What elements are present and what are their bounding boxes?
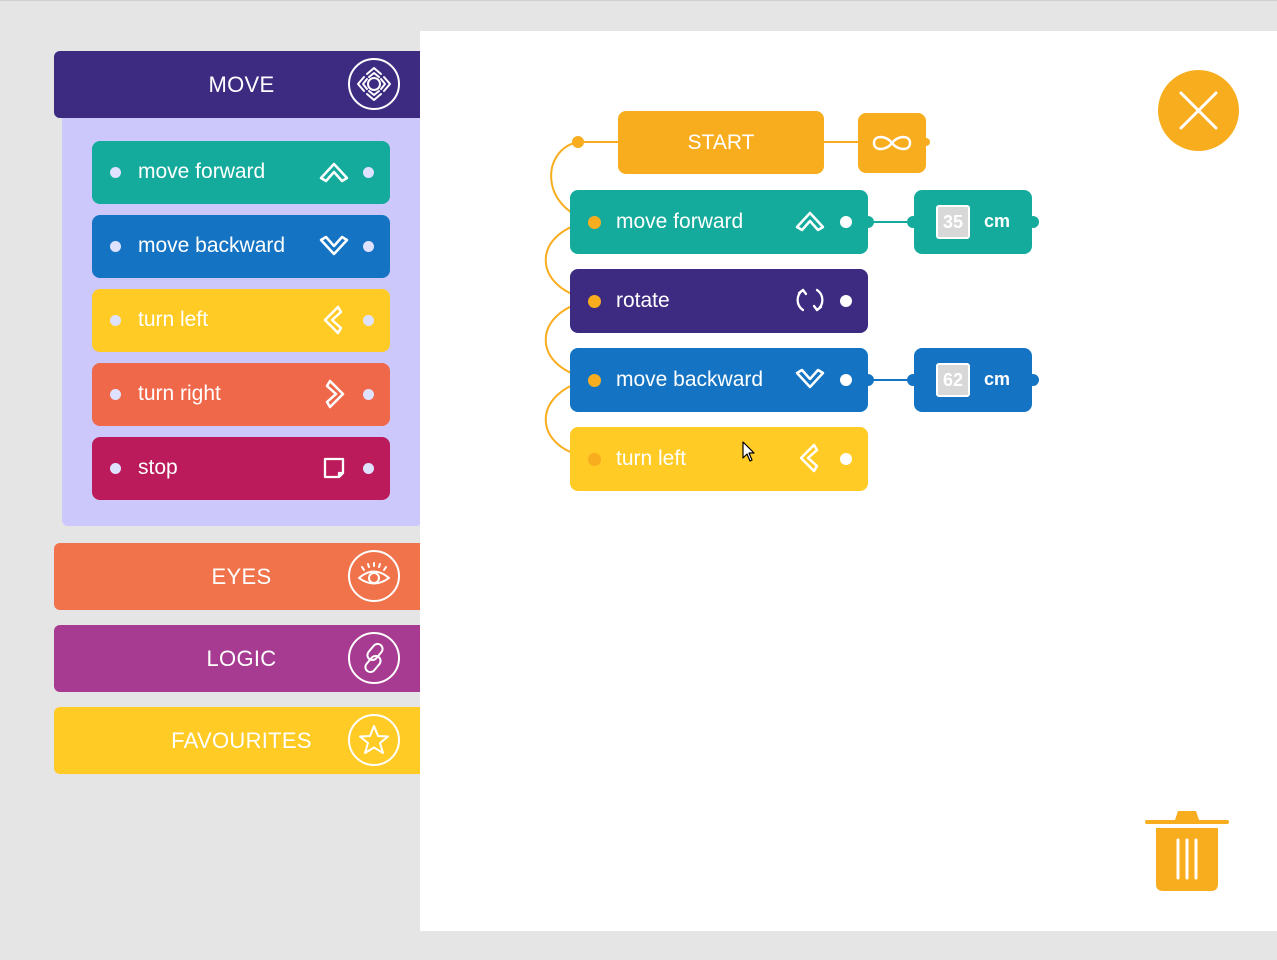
mouse-pointer-icon [742, 441, 755, 462]
block-input-dot [110, 241, 121, 252]
category-eyes[interactable]: EYES [54, 543, 429, 610]
block-output-dot [363, 389, 374, 400]
distance-value-input[interactable]: 35 [936, 205, 970, 239]
category-logic[interactable]: LOGIC [54, 625, 429, 692]
block-input-dot [110, 315, 121, 326]
block-input-dot [588, 453, 601, 466]
program-block-rotate[interactable]: rotate [570, 269, 868, 333]
block-output-dot [363, 241, 374, 252]
start-block[interactable]: START [618, 111, 824, 174]
distance-unit: cm [984, 369, 1011, 389]
window-top-border [0, 0, 1277, 1]
block-output-dot [363, 167, 374, 178]
chevron-down-icon [318, 230, 350, 262]
block-input-dot [110, 463, 121, 474]
star-icon [347, 713, 401, 767]
block-label: turn left [138, 308, 209, 331]
infinity-icon [858, 113, 926, 173]
palette-block-turn-right[interactable]: turn right [92, 363, 390, 426]
block-label: move backward [616, 368, 764, 391]
block-input-dot [588, 374, 601, 387]
distance-param-backward[interactable]: 62 cm [914, 348, 1032, 412]
block-label: rotate [616, 289, 670, 312]
block-label: turn right [138, 382, 221, 405]
category-favourites[interactable]: FAVOURITES [54, 707, 429, 774]
start-label: START [687, 131, 755, 154]
block-output-dot [840, 295, 852, 307]
chevron-left-icon [794, 442, 826, 474]
block-input-dot [110, 389, 121, 400]
block-output-dot [840, 374, 852, 386]
dpad-icon [347, 57, 401, 111]
block-output-dot [840, 216, 852, 228]
program-block-move-backward[interactable]: move backward [570, 348, 868, 412]
block-label: move forward [138, 160, 266, 183]
block-input-dot [588, 295, 601, 308]
block-output-dot [840, 453, 852, 465]
block-output-dot [363, 315, 374, 326]
link-icon [347, 631, 401, 685]
block-label: stop [138, 456, 178, 479]
palette-block-stop[interactable]: stop [92, 437, 390, 500]
trash-button[interactable] [1144, 808, 1230, 894]
palette-block-turn-left[interactable]: turn left [92, 289, 390, 352]
block-input-dot [588, 216, 601, 229]
program-block-move-forward[interactable]: move forward [570, 190, 868, 254]
block-input-dot [110, 167, 121, 178]
eye-icon [347, 549, 401, 603]
palette-block-move-forward[interactable]: move forward [92, 141, 390, 204]
chevron-left-icon [318, 304, 350, 336]
trash-icon [1144, 808, 1230, 894]
block-label: move forward [616, 210, 744, 233]
stop-icon [318, 452, 350, 484]
chevron-down-icon [794, 363, 826, 395]
distance-param-forward[interactable]: 35 cm [914, 190, 1032, 254]
block-output-dot [363, 463, 374, 474]
close-icon [1158, 70, 1239, 151]
chevron-right-icon [318, 378, 350, 410]
block-label: move backward [138, 234, 286, 257]
distance-unit: cm [984, 211, 1011, 231]
rotate-icon [794, 284, 826, 316]
chevron-up-icon [318, 156, 350, 188]
close-button[interactable] [1158, 70, 1239, 151]
chevron-up-icon [794, 205, 826, 237]
distance-value-input[interactable]: 62 [936, 363, 970, 397]
block-label: turn left [616, 447, 687, 470]
loop-forever-block[interactable] [858, 113, 926, 173]
palette-block-move-backward[interactable]: move backward [92, 215, 390, 278]
program-block-turn-left[interactable]: turn left [570, 427, 868, 491]
category-move[interactable]: MOVE [54, 51, 429, 118]
